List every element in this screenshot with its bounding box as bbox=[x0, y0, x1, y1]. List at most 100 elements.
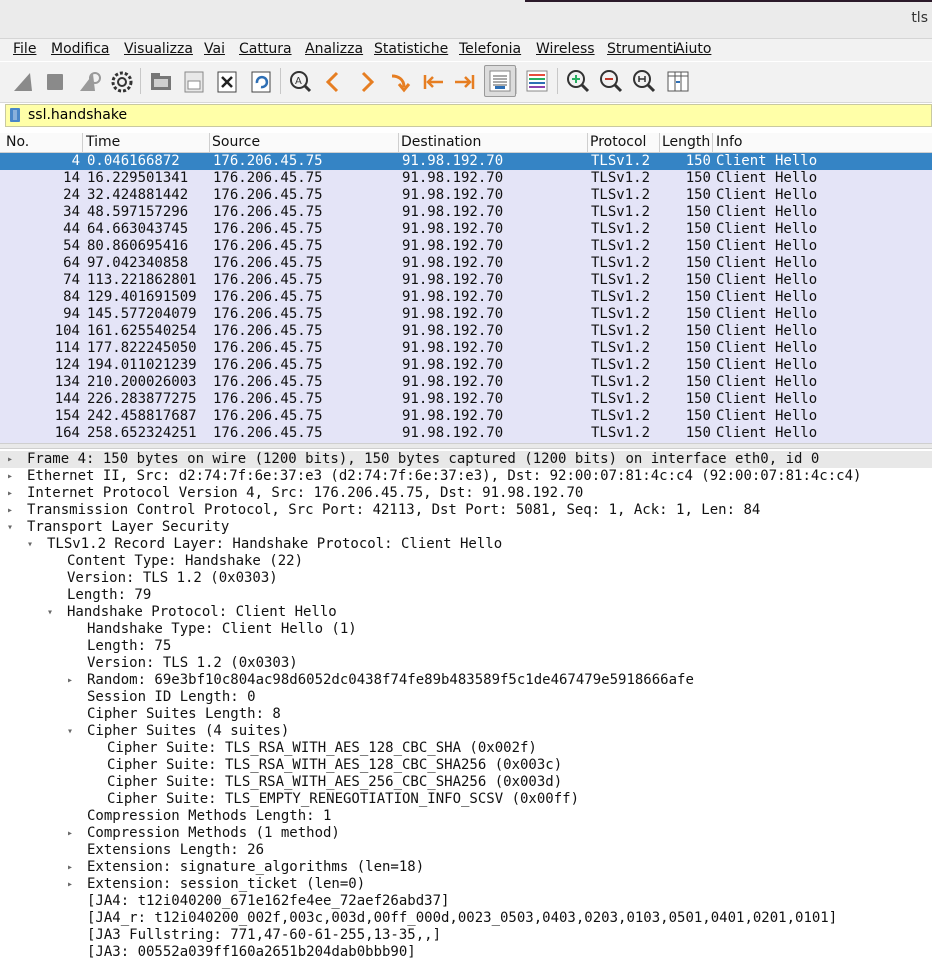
menu-modifica[interactable]: Modifica bbox=[51, 41, 110, 57]
expand-arrow-icon[interactable]: ▸ bbox=[65, 672, 75, 689]
menu-vai[interactable]: Vai bbox=[204, 41, 225, 57]
menu-cattura[interactable]: Cattura bbox=[239, 41, 292, 57]
tree-item[interactable]: ▾ TLSv1.2 Record Layer: Handshake Protoco… bbox=[0, 536, 932, 553]
tree-item[interactable]: ▾ Handshake Protocol: Client Hello bbox=[0, 604, 932, 621]
packet-details-tree[interactable]: ▸ Frame 4: 150 bytes on wire (1200 bits),… bbox=[0, 449, 932, 965]
packet-row[interactable]: 44 64.663043745 176.206.45.75 91.98.192.70 T… bbox=[0, 221, 932, 238]
tree-item[interactable]: Cipher Suite: TLS_RSA_WITH_AES_128_CBC_S… bbox=[0, 740, 932, 757]
colorize-button[interactable] bbox=[523, 66, 551, 96]
packet-row[interactable]: 64 97.042340858 176.206.45.75 91.98.192.70 T… bbox=[0, 255, 932, 272]
collapse-arrow-icon[interactable]: ▾ bbox=[45, 604, 55, 621]
resize-columns-button[interactable] bbox=[664, 66, 692, 96]
gear-options-button[interactable] bbox=[108, 66, 136, 96]
first-packet-button[interactable] bbox=[419, 66, 447, 96]
packet-row[interactable]: 34 48.597157296 176.206.45.75 91.98.192.70 T… bbox=[0, 204, 932, 221]
tree-item[interactable]: Cipher Suite: TLS_RSA_WITH_AES_128_CBC_S… bbox=[0, 757, 932, 774]
collapse-arrow-icon[interactable]: ▾ bbox=[25, 536, 35, 553]
tree-item[interactable]: Handshake Type: Client Hello (1) bbox=[0, 621, 932, 638]
tree-item[interactable]: ▸ Extension: signature_algorithms (len=18… bbox=[0, 859, 932, 876]
tree-item[interactable]: ▸ Extension: session_ticket (len=0) bbox=[0, 876, 932, 893]
tree-item[interactable]: Compression Methods Length: 1 bbox=[0, 808, 932, 825]
expand-arrow-icon[interactable]: ▸ bbox=[65, 859, 75, 876]
last-packet-button[interactable] bbox=[451, 66, 479, 96]
expand-arrow-icon[interactable]: ▸ bbox=[5, 502, 15, 519]
packet-row[interactable]: 124 194.011021239 176.206.45.75 91.98.192.7… bbox=[0, 357, 932, 374]
bookmark-icon[interactable] bbox=[10, 108, 20, 122]
tree-item[interactable]: ▸ Compression Methods (1 method) bbox=[0, 825, 932, 842]
expand-arrow-icon[interactable]: ▸ bbox=[5, 485, 15, 502]
tree-item[interactable]: Content Type: Handshake (22) bbox=[0, 553, 932, 570]
column-header-no[interactable]: No. bbox=[6, 134, 29, 150]
tree-item[interactable]: ▸ Ethernet II, Src: d2:74:7f:6e:37:e3 (d2… bbox=[0, 468, 932, 485]
tree-item[interactable]: Cipher Suites Length: 8 bbox=[0, 706, 932, 723]
column-header-protocol[interactable]: Protocol bbox=[590, 134, 646, 150]
packet-row[interactable]: 144 226.283877275 176.206.45.75 91.98.192.7… bbox=[0, 391, 932, 408]
packet-row[interactable]: 24 32.424881442 176.206.45.75 91.98.192.70 T… bbox=[0, 187, 932, 204]
expand-arrow-icon[interactable]: ▸ bbox=[65, 825, 75, 842]
packet-row[interactable]: 74 113.221862801 176.206.45.75 91.98.192.70… bbox=[0, 272, 932, 289]
menu-wireless[interactable]: Wireless bbox=[536, 41, 595, 57]
column-header-destination[interactable]: Destination bbox=[401, 134, 481, 150]
expand-arrow-icon[interactable]: ▸ bbox=[5, 468, 15, 485]
file-save-button[interactable] bbox=[180, 66, 208, 96]
menu-file[interactable]: File bbox=[13, 41, 36, 57]
packet-row[interactable]: 4 0.046166872 176.206.45.75 91.98.192.70 TLS… bbox=[0, 153, 932, 170]
tree-item[interactable]: Session ID Length: 0 bbox=[0, 689, 932, 706]
find-packet-button[interactable]: A bbox=[286, 66, 314, 96]
packet-row[interactable]: 84 129.401691509 176.206.45.75 91.98.192.70… bbox=[0, 289, 932, 306]
expand-arrow-icon[interactable]: ▸ bbox=[65, 876, 75, 893]
tree-item[interactable]: [JA3 Fullstring: 771,47-60-61-255,13-35,… bbox=[0, 927, 932, 944]
column-divider[interactable] bbox=[82, 133, 83, 152]
reload-button[interactable] bbox=[247, 66, 275, 96]
column-divider[interactable] bbox=[659, 133, 660, 152]
tree-item[interactable]: ▾ Transport Layer Security bbox=[0, 519, 932, 536]
packet-row[interactable]: 134 210.200026003 176.206.45.75 91.98.192.7… bbox=[0, 374, 932, 391]
zoom-reset-button[interactable] bbox=[630, 66, 658, 96]
column-divider[interactable] bbox=[712, 133, 713, 152]
tree-item[interactable]: ▸ Transmission Control Protocol, Src Port… bbox=[0, 502, 932, 519]
go-to-packet-button[interactable] bbox=[386, 66, 414, 96]
folder-open-button[interactable] bbox=[147, 66, 175, 96]
go-forward-button[interactable] bbox=[353, 66, 381, 96]
zoom-in-button[interactable] bbox=[564, 66, 592, 96]
menu-aiuto[interactable]: Aiuto bbox=[675, 41, 711, 57]
menu-analizza[interactable]: Analizza bbox=[305, 41, 363, 57]
packet-row[interactable]: 154 242.458817687 176.206.45.75 91.98.192.7… bbox=[0, 408, 932, 425]
tree-item[interactable]: ▾ Cipher Suites (4 suites) bbox=[0, 723, 932, 740]
column-divider[interactable] bbox=[587, 133, 588, 152]
shark-fin-restart-button[interactable] bbox=[75, 66, 103, 96]
column-header-time[interactable]: Time bbox=[86, 134, 120, 150]
column-divider[interactable] bbox=[209, 133, 210, 152]
tree-item[interactable]: ▸ Frame 4: 150 bytes on wire (1200 bits),… bbox=[0, 451, 932, 468]
packet-row[interactable]: 94 145.577204079 176.206.45.75 91.98.192.70… bbox=[0, 306, 932, 323]
column-header-length[interactable]: Length bbox=[662, 134, 710, 150]
collapse-arrow-icon[interactable]: ▾ bbox=[65, 723, 75, 740]
tree-item[interactable]: Cipher Suite: TLS_RSA_WITH_AES_256_CBC_S… bbox=[0, 774, 932, 791]
packet-row[interactable]: 104 161.625540254 176.206.45.75 91.98.192.7… bbox=[0, 323, 932, 340]
shark-fin-start-button[interactable] bbox=[10, 66, 38, 96]
autoscroll-button[interactable] bbox=[484, 65, 516, 97]
expand-arrow-icon[interactable]: ▸ bbox=[5, 451, 15, 468]
tree-item[interactable]: Length: 79 bbox=[0, 587, 932, 604]
packet-row[interactable]: 164 258.652324251 176.206.45.75 91.98.192.7… bbox=[0, 425, 932, 442]
packet-row[interactable]: 114 177.822245050 176.206.45.75 91.98.192.7… bbox=[0, 340, 932, 357]
file-close-button[interactable] bbox=[213, 66, 241, 96]
tree-item[interactable]: [JA4_r: t12i040200_002f,003c,003d,00ff_0… bbox=[0, 910, 932, 927]
tree-item[interactable]: ▸ Internet Protocol Version 4, Src: 176.2… bbox=[0, 485, 932, 502]
packet-list[interactable]: 4 0.046166872 176.206.45.75 91.98.192.70 TLS… bbox=[0, 153, 932, 443]
stop-square-button[interactable] bbox=[41, 66, 69, 96]
tree-item[interactable]: [JA3: 00552a039ff160a2651b204dab0bbb90] bbox=[0, 944, 932, 961]
tree-item[interactable]: [JA4: t12i040200_671e162fe4ee_72aef26abd… bbox=[0, 893, 932, 910]
column-header-info[interactable]: Info bbox=[716, 134, 743, 150]
collapse-arrow-icon[interactable]: ▾ bbox=[5, 519, 15, 536]
packet-row[interactable]: 14 16.229501341 176.206.45.75 91.98.192.70 T… bbox=[0, 170, 932, 187]
zoom-out-button[interactable] bbox=[597, 66, 625, 96]
tree-item[interactable]: Cipher Suite: TLS_EMPTY_RENEGOTIATION_IN… bbox=[0, 791, 932, 808]
column-header-source[interactable]: Source bbox=[212, 134, 260, 150]
column-divider[interactable] bbox=[398, 133, 399, 152]
display-filter-input[interactable]: ssl.handshake bbox=[28, 107, 127, 123]
tree-item[interactable]: Length: 75 bbox=[0, 638, 932, 655]
menu-strumenti[interactable]: Strumenti bbox=[607, 41, 677, 57]
tree-item[interactable]: ▸ Random: 69e3bf10c804ac98d6052dc0438f74f… bbox=[0, 672, 932, 689]
tree-item[interactable]: Extensions Length: 26 bbox=[0, 842, 932, 859]
